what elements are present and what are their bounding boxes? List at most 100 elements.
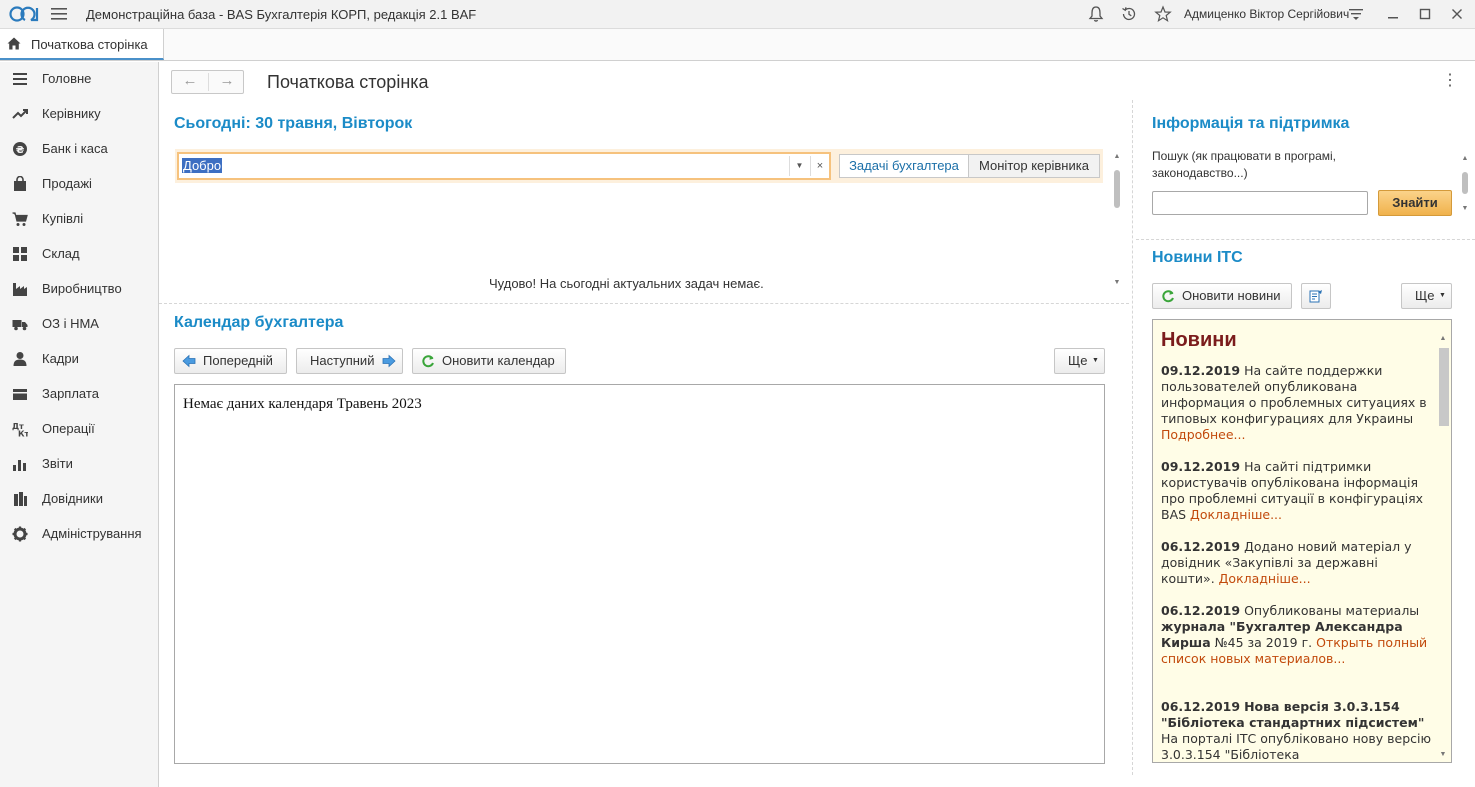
main-area: ← → Початкова сторінка ⋮ Сьогодні: 30 тр… [159, 62, 1475, 787]
close-icon[interactable] [1448, 5, 1466, 23]
section-divider [159, 303, 1129, 304]
sidebar-item-bank[interactable]: ₴ Банк і каса [0, 132, 158, 167]
news-item: 09.12.2019 На сайте поддержки пользовате… [1161, 363, 1435, 443]
sidebar-item-purchases[interactable]: Купівлі [0, 202, 158, 237]
scroll-down-icon[interactable]: ▼ [1112, 278, 1122, 288]
news-date: 09.12.2019 [1161, 363, 1241, 378]
find-button[interactable]: Знайти [1378, 190, 1452, 216]
calendar-more-button[interactable]: Ще ▼ [1054, 348, 1105, 374]
scroll-up-icon[interactable]: ▲ [1112, 152, 1122, 162]
current-user[interactable]: Адмиценко Віктор Сергійович [1184, 7, 1349, 21]
next-button[interactable]: Наступний [296, 348, 403, 374]
settings-menu-icon[interactable] [1347, 5, 1365, 23]
news-text: Опубликованы материалы [1244, 603, 1420, 618]
chevron-down-icon: ▼ [1439, 292, 1446, 299]
scroll-down-icon[interactable]: ▼ [1460, 204, 1470, 214]
refresh-news-button[interactable]: Оновити новини [1152, 283, 1292, 309]
news-more-button[interactable]: Ще ▼ [1401, 283, 1452, 309]
truck-icon [12, 320, 28, 331]
scroll-thumb[interactable] [1439, 348, 1449, 426]
task-filter-combo[interactable]: Добро ▼ × [177, 152, 831, 180]
star-icon[interactable] [1154, 5, 1172, 23]
support-search-input[interactable] [1152, 191, 1368, 215]
news-date: 06.12.2019 [1161, 539, 1241, 554]
sidebar-item-warehouse[interactable]: Склад [0, 237, 158, 272]
arrow-right-icon [382, 354, 396, 368]
sidebar-item-label: Зарплата [42, 386, 99, 401]
minimize-icon[interactable] [1384, 5, 1402, 23]
section-divider [1136, 239, 1475, 240]
scroll-thumb[interactable] [1462, 172, 1468, 194]
bell-icon[interactable] [1087, 5, 1105, 23]
scroll-up-icon[interactable]: ▲ [1438, 334, 1448, 344]
wallet-icon [13, 389, 27, 400]
news-link[interactable]: Докладніше... [1190, 507, 1282, 522]
news-panel[interactable]: Новини 09.12.2019 На сайте поддержки пол… [1152, 319, 1452, 763]
scroll-up-icon[interactable]: ▲ [1460, 154, 1470, 164]
news-scrollbar-track[interactable]: ▲ ▼ [1438, 334, 1449, 760]
scroll-thumb[interactable] [1114, 170, 1120, 208]
sidebar-item-assets[interactable]: ОЗ і НМА [0, 307, 158, 342]
sidebar-item-main[interactable]: Головне [0, 62, 158, 97]
tab-accountant-tasks[interactable]: Задачі бухгалтера [839, 154, 969, 178]
tab-manager-monitor[interactable]: Монітор керівника [968, 154, 1100, 178]
sidebar-item-label: Кадри [42, 351, 79, 366]
today-heading: Сьогодні: 30 травня, Вівторок [174, 115, 413, 132]
books-icon [14, 492, 27, 506]
sidebar-item-directories[interactable]: Довідники [0, 482, 158, 517]
sidebar-item-label: Керівнику [42, 106, 101, 121]
tasks-scrollbar[interactable]: ▲ ▼ [1112, 152, 1122, 288]
sidebar-item-salary[interactable]: Зарплата [0, 377, 158, 412]
forward-button[interactable]: → [209, 71, 245, 93]
news-link[interactable]: Подробнее... [1161, 427, 1245, 442]
sidebar-item-reports[interactable]: Звіти [0, 447, 158, 482]
sidebar-item-label: Продажі [42, 176, 92, 191]
sidebar-item-hr[interactable]: Кадри [0, 342, 158, 377]
calendar-empty-text: Немає даних календаря Травень 2023 [183, 396, 422, 412]
hamburger-menu-icon[interactable] [51, 7, 67, 21]
news-date: 06.12.2019 [1161, 699, 1241, 714]
sidebar-item-operations[interactable]: Дт Кт Операції [0, 412, 158, 447]
history-icon[interactable] [1120, 5, 1138, 23]
calendar-view[interactable]: Немає даних календаря Травень 2023 [174, 384, 1105, 764]
sidebar-item-sales[interactable]: Продажі [0, 167, 158, 202]
svg-text:₴: ₴ [16, 145, 25, 156]
document-edit-icon [1309, 290, 1322, 303]
news-date: 09.12.2019 [1161, 459, 1241, 474]
sidebar-item-label: Банк і каса [42, 141, 108, 156]
chevron-down-icon[interactable]: ▼ [789, 156, 809, 176]
news-settings-button[interactable] [1301, 283, 1331, 309]
sidebar-item-manager[interactable]: Керівнику [0, 97, 158, 132]
more-actions-icon[interactable]: ⋮ [1442, 72, 1458, 90]
sidebar-item-label: Головне [42, 71, 92, 86]
news-link[interactable]: Докладніше... [1219, 571, 1311, 586]
clear-icon[interactable]: × [810, 156, 829, 176]
news-item: 06.12.2019 Опубликованы материалы журнал… [1161, 603, 1435, 667]
back-button[interactable]: ← [172, 71, 208, 93]
sidebar-item-production[interactable]: Виробництво [0, 272, 158, 307]
maximize-icon[interactable] [1416, 5, 1434, 23]
info-heading: Інформація та підтримка [1152, 115, 1350, 132]
info-scrollbar[interactable]: ▲ ▼ [1460, 154, 1470, 214]
previous-label: Попередній [203, 353, 273, 368]
previous-button[interactable]: Попередній [174, 348, 287, 374]
trend-icon [12, 109, 28, 119]
nav-buttons: ← → [171, 70, 244, 94]
factory-icon [13, 283, 27, 296]
calendar-heading: Календар бухгалтера [174, 314, 344, 331]
tab-home-label: Початкова сторінка [31, 37, 148, 52]
search-hint: Пошук (як працювати в програмі, законода… [1152, 149, 1337, 180]
sidebar-item-admin[interactable]: Адміністрування [0, 517, 158, 552]
app-logo-icon[interactable] [9, 5, 41, 23]
next-label: Наступний [310, 353, 375, 368]
tasks-toolbar: Добро ▼ × Задачі бухгалтера Монітор кері… [175, 149, 1103, 183]
news-text: №45 за 2019 г. [1214, 635, 1313, 650]
sidebar-item-label: Звіти [42, 456, 73, 471]
scroll-down-icon[interactable]: ▼ [1438, 750, 1448, 760]
page-title: Початкова сторінка [267, 72, 429, 92]
news-scrollbar[interactable]: ▲ ▼ [1434, 320, 1451, 762]
tab-home[interactable]: Початкова сторінка [0, 29, 164, 60]
refresh-calendar-button[interactable]: Оновити календар [412, 348, 566, 374]
chevron-down-icon: ▼ [1092, 357, 1099, 364]
news-item: 06.12.2019 Додано новий матеріал у довід… [1161, 539, 1435, 587]
